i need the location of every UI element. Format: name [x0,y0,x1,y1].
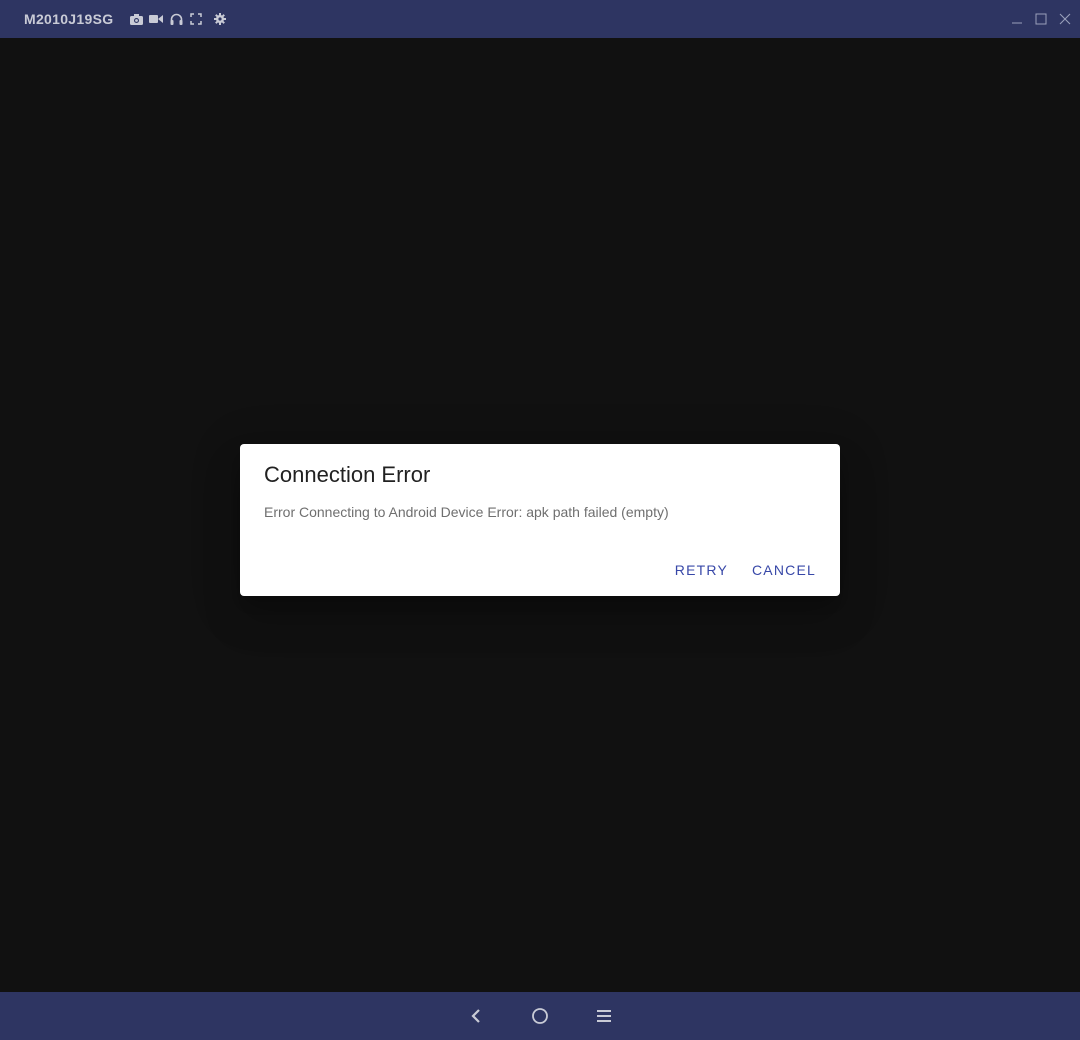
title-bar: M2010J19SG [0,0,1080,38]
cancel-button[interactable]: CANCEL [742,554,826,586]
settings-icon[interactable] [213,12,227,26]
navigation-bar [0,992,1080,1040]
fullscreen-icon[interactable] [189,12,203,26]
dialog-message: Error Connecting to Android Device Error… [264,504,669,520]
home-icon[interactable] [527,1003,553,1029]
dialog-actions: RETRY CANCEL [665,554,826,586]
headphones-icon[interactable] [169,12,183,26]
camera-icon[interactable] [129,12,143,26]
toolbar [129,12,227,26]
video-icon[interactable] [149,12,164,26]
window-controls [1008,0,1074,38]
minimize-icon[interactable] [1008,10,1026,28]
connection-error-dialog: Connection Error Error Connecting to And… [240,444,840,596]
menu-icon[interactable] [591,1003,617,1029]
maximize-icon[interactable] [1032,10,1050,28]
retry-button[interactable]: RETRY [665,554,738,586]
back-icon[interactable] [463,1003,489,1029]
device-name: M2010J19SG [24,11,114,27]
close-icon[interactable] [1056,10,1074,28]
dialog-title: Connection Error [264,462,431,487]
